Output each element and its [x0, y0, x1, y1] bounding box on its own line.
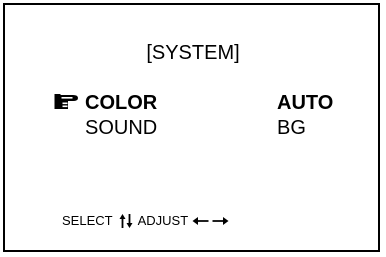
right-arrow-icon — [212, 217, 229, 225]
pointing-hand-icon — [54, 94, 78, 109]
menu-item-label: COLOR — [85, 92, 158, 114]
menu-item-value: BG — [277, 117, 306, 139]
menu-item-value: AUTO — [277, 92, 334, 114]
up-down-arrows-icon — [119, 214, 133, 228]
left-arrow-icon — [192, 217, 209, 225]
menu-title: [SYSTEM] — [146, 42, 240, 64]
menu-item-color[interactable]: COLOR AUTO — [0, 92, 386, 114]
footer-hint: SELECT ADJUST — [62, 212, 229, 230]
menu-item-sound[interactable]: SOUND BG — [0, 117, 386, 139]
adjust-label: ADJUST — [137, 213, 189, 228]
select-label: SELECT — [62, 213, 113, 228]
menu-item-label: SOUND — [85, 117, 158, 139]
